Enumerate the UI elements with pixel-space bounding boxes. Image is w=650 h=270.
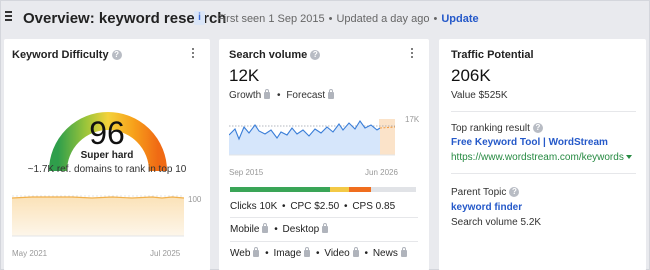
top-ranking-label: Top ranking result? — [451, 123, 543, 134]
intent-distribution-bar — [230, 187, 416, 192]
menu-icon[interactable] — [5, 11, 15, 23]
divider — [230, 241, 418, 242]
search-volume-options: Growth • Forecast — [229, 89, 335, 101]
serp-type-options: Web • Image • Video • News — [230, 247, 408, 259]
volume-x-start: Sep 2015 — [229, 168, 264, 177]
parent-topic-label: Parent Topic? — [451, 187, 520, 198]
separator-dot: • — [344, 201, 348, 212]
forecast-region — [379, 119, 395, 155]
info-icon[interactable]: i — [194, 11, 205, 25]
separator-dot: • — [282, 201, 286, 212]
separator-dot: • — [364, 248, 369, 259]
keyword-difficulty-title: Keyword Difficulty? — [12, 49, 122, 61]
lock-icon — [262, 223, 269, 233]
ref-domains-text: ~1.7K ref. domains to rank in top 10 — [27, 164, 187, 175]
difficulty-y-label: 100 — [188, 195, 202, 204]
traffic-potential-value: 206K — [451, 66, 491, 85]
top-result-url[interactable]: https://www.wordstream.com/keywords — [451, 152, 632, 163]
volume-y-label: 17K — [405, 115, 420, 124]
video-option[interactable]: Video — [324, 247, 359, 259]
first-seen-text: First seen 1 Sep 2015 — [217, 13, 325, 25]
device-options: Mobile • Desktop — [230, 223, 330, 235]
separator-dot: • — [328, 13, 333, 25]
traffic-potential-card: Traffic Potential 206K Value $525K Top r… — [439, 39, 646, 270]
web-option[interactable]: Web — [230, 247, 260, 259]
more-options-icon[interactable] — [409, 48, 415, 62]
separator-dot: • — [274, 224, 278, 235]
separator-dot: • — [265, 248, 269, 259]
mobile-option[interactable]: Mobile — [230, 223, 269, 235]
top-result-link[interactable]: Free Keyword Tool | WordStream — [451, 137, 608, 148]
header-meta: First seen 1 Sep 2015 • Updated a day ago •… — [217, 13, 479, 25]
traffic-value: Value $525K — [451, 90, 508, 101]
parent-topic-link[interactable]: keyword finder — [451, 202, 522, 213]
lock-icon — [253, 247, 260, 257]
lock-icon — [352, 247, 359, 257]
overview-header: Overview: keyword research i First seen … — [1, 1, 650, 37]
forecast-option[interactable]: Forecast — [286, 89, 335, 101]
help-icon[interactable]: ? — [310, 50, 321, 60]
divider — [451, 111, 636, 112]
lock-icon — [264, 89, 271, 99]
separator-dot: • — [316, 248, 320, 259]
intent-segment — [230, 187, 331, 192]
difficulty-score: 96 — [89, 115, 125, 151]
intent-segment — [371, 187, 416, 192]
lock-icon — [400, 247, 407, 257]
search-volume-title: Search volume? — [229, 49, 321, 61]
updated-text: Updated a day ago — [336, 13, 430, 25]
search-volume-chart — [229, 119, 396, 156]
search-volume-value: 12K — [229, 66, 260, 85]
news-option[interactable]: News — [373, 247, 408, 259]
more-options-icon[interactable] — [190, 48, 196, 62]
volume-x-end: Jun 2026 — [365, 168, 398, 177]
divider — [451, 173, 636, 174]
divider — [230, 217, 418, 218]
difficulty-history-chart — [12, 195, 185, 237]
lock-icon — [328, 89, 335, 99]
intent-segment — [349, 187, 372, 192]
parent-search-volume: Search volume 5.2K — [451, 217, 542, 228]
help-icon[interactable]: ? — [509, 187, 520, 197]
traffic-potential-title: Traffic Potential — [451, 49, 534, 61]
lock-icon — [304, 247, 311, 257]
lock-icon — [322, 223, 329, 233]
separator-dot: • — [433, 13, 438, 25]
desktop-option[interactable]: Desktop — [283, 223, 330, 235]
growth-option[interactable]: Growth — [229, 89, 271, 101]
overview-panel: Overview: keyword research i First seen … — [0, 0, 650, 270]
cps-value: CPS 0.85 — [352, 201, 396, 212]
difficulty-x-end: Jul 2025 — [150, 249, 181, 258]
update-link[interactable]: Update — [441, 13, 478, 25]
difficulty-area — [12, 197, 184, 236]
search-volume-card: Search volume? 12K Growth • Forecast 17K… — [219, 39, 429, 270]
separator-dot: • — [277, 90, 281, 101]
intent-segment — [330, 187, 350, 192]
image-option[interactable]: Image — [273, 247, 311, 259]
clicks-value: Clicks 10K — [230, 201, 278, 212]
cpc-value: CPC $2.50 — [290, 201, 340, 212]
click-metrics: Clicks 10K • CPC $2.50 • CPS 0.85 — [230, 201, 395, 212]
help-icon[interactable]: ? — [111, 50, 122, 60]
keyword-difficulty-card: Keyword Difficulty? 96 Super hard ~1.7K … — [4, 39, 210, 270]
dropdown-caret-icon — [625, 155, 632, 159]
difficulty-label: Super hard — [80, 150, 134, 161]
difficulty-x-start: May 2021 — [12, 249, 48, 258]
help-icon[interactable]: ? — [532, 123, 543, 133]
